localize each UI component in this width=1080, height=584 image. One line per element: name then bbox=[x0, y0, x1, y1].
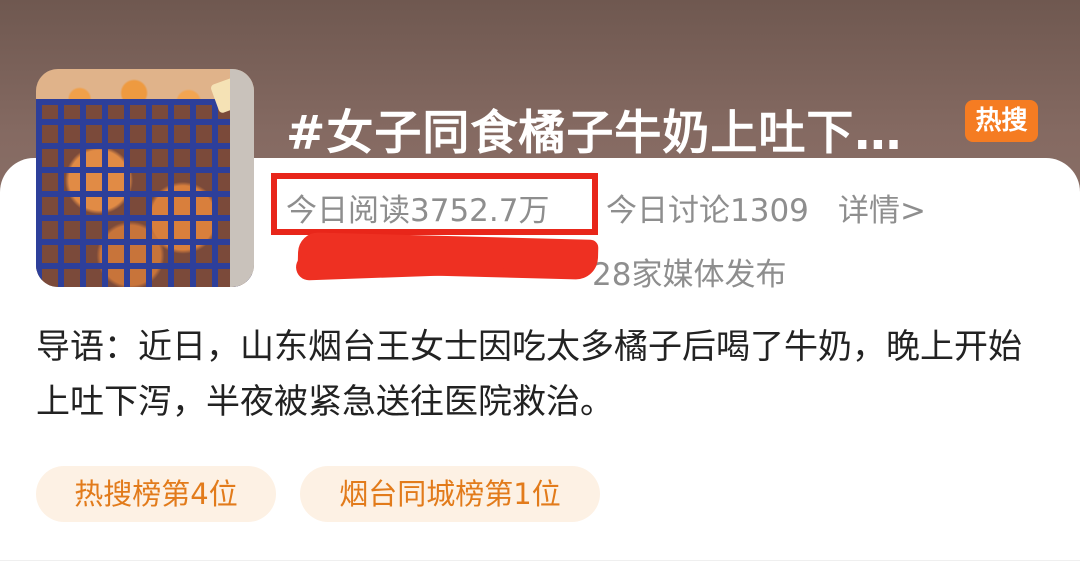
hot-badge: 热搜 bbox=[965, 100, 1038, 142]
tag-city-rank[interactable]: 烟台同城榜第1位 bbox=[300, 466, 600, 522]
media-count: 28家媒体发布 bbox=[592, 257, 787, 293]
topic-thumbnail[interactable] bbox=[36, 69, 254, 287]
tag-hot-rank[interactable]: 热搜榜第4位 bbox=[36, 466, 276, 522]
topic-intro: 导语：近日，山东烟台王女士因吃太多橘子后喝了牛奶，晚上开始上吐下泻，半夜被紧急送… bbox=[36, 327, 1022, 422]
divider bbox=[0, 560, 1080, 561]
read-count-highlight-box bbox=[271, 173, 598, 235]
topic-title: #女子同食橘子牛奶上吐下… bbox=[286, 106, 903, 161]
today-discuss-count: 今日讨论1309 bbox=[606, 193, 809, 229]
detail-link[interactable]: 详情> bbox=[838, 185, 926, 230]
